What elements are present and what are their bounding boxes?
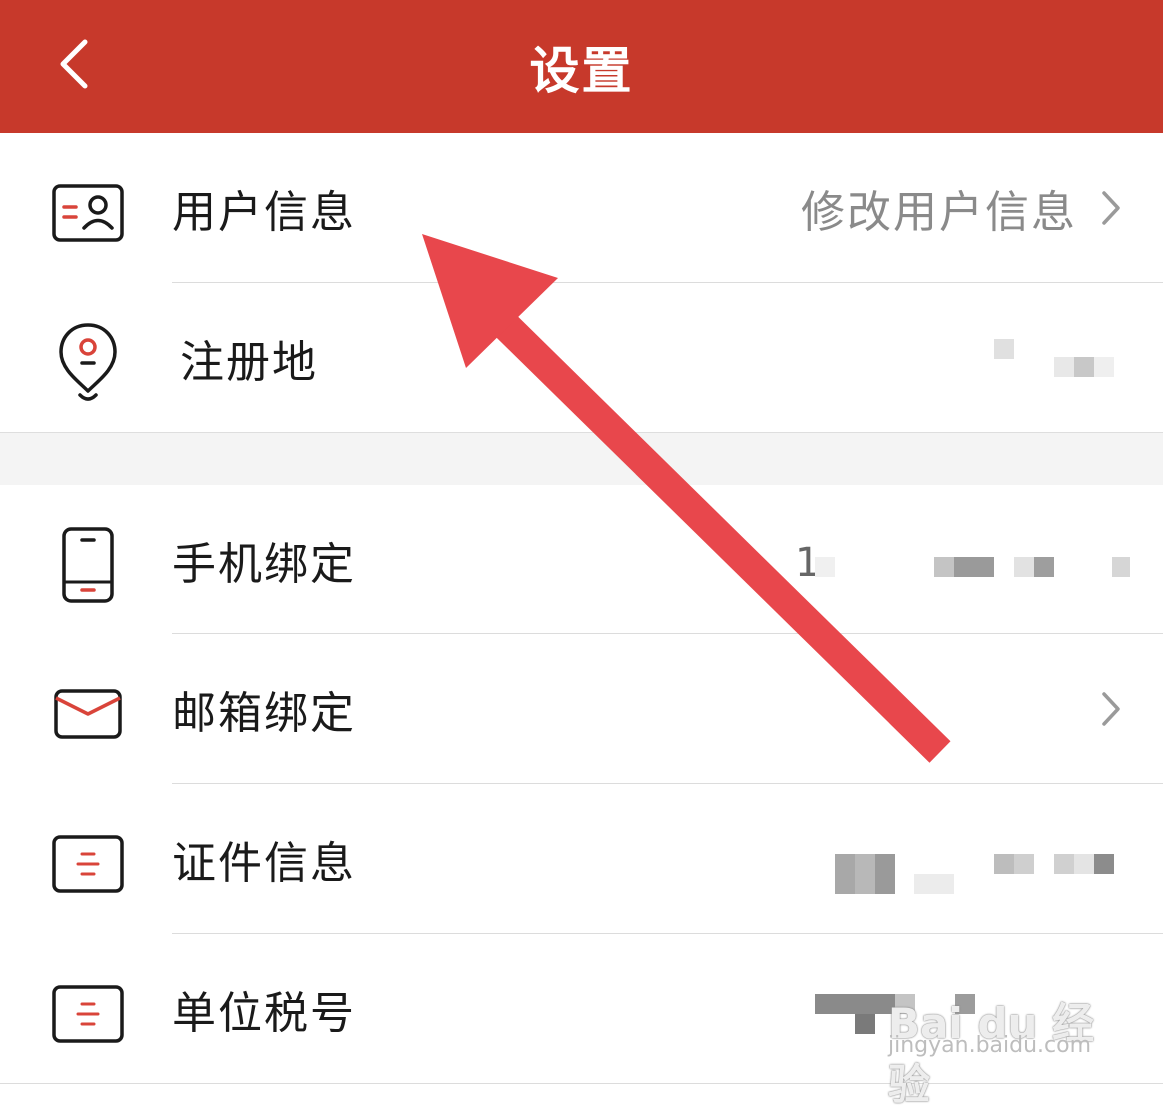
settings-row-phone-binding[interactable]: 手机绑定 1 bbox=[0, 485, 1163, 635]
id-document-icon bbox=[48, 824, 128, 904]
settings-row-label: 注册地 bbox=[180, 337, 318, 388]
redacted-value bbox=[994, 339, 1014, 359]
redacted-value bbox=[934, 557, 994, 577]
redacted-value bbox=[855, 1014, 875, 1034]
chevron-right-icon bbox=[1102, 692, 1120, 726]
watermark: Bai du 经验 jingyan.baidu.com bbox=[888, 965, 1118, 1109]
settings-row-label: 手机绑定 bbox=[172, 539, 356, 590]
location-pin-icon bbox=[48, 323, 128, 403]
chevron-right-icon bbox=[1102, 191, 1120, 225]
settings-row-email-binding[interactable]: 邮箱绑定 bbox=[0, 634, 1163, 784]
watermark-url: jingyan.baidu.com bbox=[888, 1033, 1092, 1058]
redacted-value bbox=[1054, 357, 1114, 377]
user-card-icon bbox=[48, 173, 128, 253]
tax-document-icon bbox=[48, 974, 128, 1054]
settings-row-label: 用户信息 bbox=[172, 187, 356, 238]
redacted-value bbox=[1014, 557, 1054, 577]
settings-row-registration-place[interactable]: 注册地 bbox=[0, 283, 1163, 433]
redacted-value bbox=[1112, 557, 1130, 577]
phone-icon bbox=[48, 525, 128, 605]
settings-row-user-info[interactable]: 用户信息 修改用户信息 bbox=[0, 133, 1163, 283]
settings-row-label: 邮箱绑定 bbox=[172, 688, 356, 739]
redacted-value bbox=[835, 854, 895, 894]
redacted-value bbox=[914, 874, 954, 894]
settings-row-label: 证件信息 bbox=[172, 838, 356, 889]
settings-row-label: 单位税号 bbox=[172, 988, 356, 1039]
page-title: 设置 bbox=[529, 41, 634, 100]
settings-row-value: 修改用户信息 bbox=[801, 187, 1077, 238]
section-gap bbox=[0, 432, 1163, 486]
settings-row-id-info[interactable]: 证件信息 bbox=[0, 784, 1163, 934]
envelope-icon bbox=[48, 674, 128, 754]
redacted-value bbox=[815, 557, 835, 577]
redacted-value bbox=[994, 854, 1034, 874]
top-nav-bar: 设置 bbox=[0, 0, 1163, 133]
redacted-value bbox=[1054, 854, 1114, 874]
